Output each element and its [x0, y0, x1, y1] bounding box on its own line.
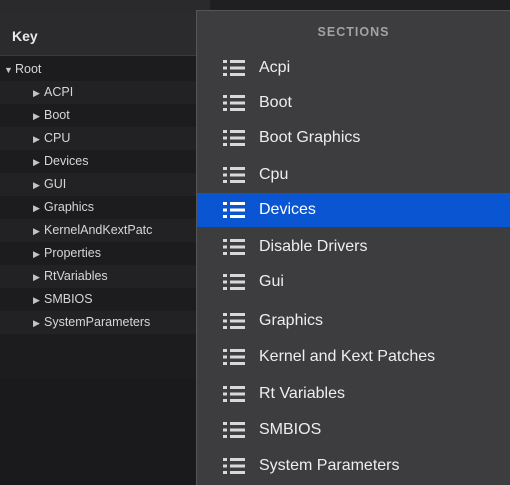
menu-item-disable-drivers[interactable]: Disable Drivers [197, 230, 510, 264]
menu-item-label: Devices [259, 201, 316, 218]
menu-item-kernel-and-kext-patches[interactable]: Kernel and Kext Patches [197, 340, 510, 374]
disclosure-collapsed-icon[interactable]: ▶ [33, 151, 44, 173]
list-icon [223, 349, 245, 365]
outline-empty-area [0, 378, 210, 485]
tree-row-label: CPU [44, 131, 71, 145]
list-icon [223, 130, 245, 146]
list-icon [223, 167, 245, 183]
tree-row-label: RtVariables [44, 269, 108, 283]
disclosure-collapsed-icon[interactable]: ▶ [33, 174, 44, 196]
menu-item-rt-variables[interactable]: Rt Variables [197, 377, 510, 411]
list-icon [223, 95, 245, 111]
list-icon [223, 202, 245, 218]
menu-item-label: SMBIOS [259, 421, 322, 438]
menu-item-cpu[interactable]: Cpu [197, 158, 510, 192]
menu-item-gui[interactable]: Gui [197, 265, 510, 299]
toolbar-strip [0, 0, 210, 12]
disclosure-collapsed-icon[interactable]: ▶ [33, 82, 44, 104]
disclosure-collapsed-icon[interactable]: ▶ [33, 266, 44, 288]
tree-row-label: GUI [44, 177, 67, 191]
tree-row-label: KernelAndKextPatc [44, 223, 153, 237]
disclosure-collapsed-icon[interactable]: ▶ [33, 197, 44, 219]
list-icon [223, 422, 245, 438]
menu-item-label: Kernel and Kext Patches [259, 348, 436, 365]
list-icon [223, 458, 245, 474]
menu-item-acpi[interactable]: Acpi [197, 51, 510, 85]
tree-row-label: Devices [44, 154, 89, 168]
menu-item-smbios[interactable]: SMBIOS [197, 413, 510, 447]
tree-row-label: ACPI [44, 85, 74, 99]
menu-item-graphics[interactable]: Graphics [197, 304, 510, 338]
tree-row-label: Graphics [44, 200, 95, 214]
tree-row-label: Root [15, 62, 42, 76]
tree-row-label: SystemParameters [44, 315, 151, 329]
tree-row-label: Boot [44, 108, 70, 122]
menu-item-label: Boot [259, 94, 292, 111]
outline-column-header[interactable]: Key [0, 12, 210, 56]
tree-row-label: Properties [44, 246, 101, 260]
disclosure-collapsed-icon[interactable]: ▶ [33, 289, 44, 311]
menu-section-title: SECTIONS [317, 25, 390, 39]
menu-item-label: Disable Drivers [259, 238, 368, 255]
disclosure-collapsed-icon[interactable]: ▶ [33, 220, 44, 242]
disclosure-collapsed-icon[interactable]: ▶ [33, 105, 44, 127]
key-column-title: Key [12, 28, 38, 44]
disclosure-collapsed-icon[interactable]: ▶ [33, 128, 44, 150]
menu-item-label: Rt Variables [259, 385, 345, 402]
disclosure-expanded-icon[interactable]: ▼ [4, 59, 15, 81]
list-icon [223, 60, 245, 76]
menu-item-label: Graphics [259, 312, 324, 329]
list-icon [223, 239, 245, 255]
list-icon [223, 386, 245, 402]
disclosure-collapsed-icon[interactable]: ▶ [33, 243, 44, 265]
disclosure-collapsed-icon[interactable]: ▶ [33, 312, 44, 334]
tree-row-label: SMBIOS [44, 292, 93, 306]
menu-item-label: Boot Graphics [259, 129, 361, 146]
list-icon [223, 274, 245, 290]
list-icon [223, 313, 245, 329]
menu-item-label: Gui [259, 273, 284, 290]
menu-item-label: Acpi [259, 59, 291, 76]
tree-row-root[interactable]: ▼ Root [0, 58, 214, 81]
menu-item-label: Cpu [259, 166, 289, 183]
menu-item-boot[interactable]: Boot [197, 86, 510, 120]
outline-panel: Key ▼ Root ▶ ACPI ▶ Boot ▶ CPU ▶ Devices ▶ GUI… [0, 0, 243, 485]
menu-item-system-parameters[interactable]: System Parameters [197, 449, 510, 483]
menu-item-boot-graphics[interactable]: Boot Graphics [197, 121, 510, 155]
menu-item-label: System Parameters [259, 457, 400, 474]
sections-menu: SECTIONS Acpi Boot Boot Graphics Cpu Dev… [196, 10, 510, 485]
menu-item-devices[interactable]: Devices [197, 193, 510, 227]
